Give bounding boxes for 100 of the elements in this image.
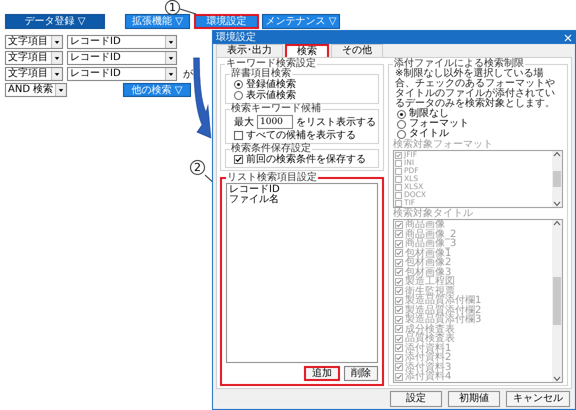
checkbox[interactable] [395, 240, 403, 248]
checkbox[interactable] [395, 372, 403, 381]
checkbox[interactable] [395, 184, 402, 190]
checkbox[interactable] [395, 306, 403, 314]
max-count-field[interactable]: 1000 [257, 115, 293, 129]
checkbox[interactable] [395, 296, 403, 305]
list-item[interactable]: 包材画像3 [405, 268, 452, 277]
tab[interactable]: 表示･出力 [216, 44, 283, 57]
option-label: 前回の検索条件を保存する [246, 154, 366, 165]
field-dropdown[interactable]: レコードID [67, 67, 177, 81]
dialog-button[interactable]: 設定 [390, 391, 442, 407]
group-title: 添付ファイルによる検索制限 [393, 59, 524, 69]
list-item[interactable]: 添付資料3 [405, 362, 452, 372]
list-item[interactable]: 成分検査表 [405, 324, 455, 334]
radio-button[interactable] [397, 130, 406, 138]
note-text: ※制限なし以外を選択している場合、チェックのあるフォーマットやタイトルのファイルが添付されているデータのみを検索対象とします。 [394, 69, 556, 109]
checkbox[interactable] [395, 200, 402, 206]
close-icon[interactable] [564, 34, 572, 42]
checkbox[interactable] [395, 278, 403, 286]
list-item[interactable]: 添付資料1 [405, 344, 452, 353]
caret-icon [51, 68, 62, 80]
tab[interactable]: 検索 [285, 44, 329, 57]
checkbox[interactable] [395, 344, 403, 352]
chevron-down-icon[interactable] [553, 376, 561, 382]
list-item[interactable]: 製造品質添付欄3 [405, 315, 482, 324]
callout-number: 2 [190, 160, 205, 175]
list-item[interactable]: 添付資料4 [405, 372, 452, 382]
group-title: キーワード検索設定 [225, 59, 317, 69]
list-item[interactable]: 製造品質添付欄1 [405, 296, 482, 306]
callout-number: 1 [165, 0, 180, 15]
list-item[interactable]: 商品画像_3 [405, 239, 456, 248]
menu-button[interactable]: メンテナンス ▽ [262, 14, 340, 29]
checkbox[interactable] [395, 363, 403, 372]
scrollbar[interactable] [552, 220, 562, 382]
list-item[interactable]: ファイル名 [229, 195, 375, 205]
dialog-button[interactable]: 初期値 [448, 391, 500, 407]
group-title: 検索条件保存設定 [230, 144, 312, 154]
radio-button[interactable] [397, 120, 406, 128]
checkbox[interactable] [395, 249, 403, 258]
chevron-down-icon[interactable] [553, 200, 561, 207]
checkbox[interactable] [395, 176, 402, 182]
checkbox[interactable] [395, 287, 403, 296]
list-item[interactable]: 包材画像1 [405, 248, 452, 258]
chevron-up-icon[interactable] [553, 220, 561, 226]
list-box[interactable]: レコードID ファイル名 [226, 183, 378, 363]
checkbox[interactable] [395, 334, 403, 343]
caret-icon [165, 52, 176, 64]
option-label: 制限なし [409, 109, 449, 119]
field-dropdown[interactable]: レコードID [67, 35, 177, 49]
checkbox[interactable] [395, 258, 403, 267]
list-label: 検索対象タイトル [393, 209, 474, 219]
type-dropdown[interactable]: 文字項目 [5, 35, 63, 49]
option-label: 登録値検索 [246, 79, 296, 90]
field-dropdown[interactable]: レコードID [67, 51, 177, 65]
checkbox[interactable] [395, 325, 403, 334]
list-item[interactable]: 衛生監視票 [405, 286, 455, 296]
scrollbar-thumb[interactable] [553, 170, 561, 188]
list-item[interactable]: 品質検査表 [405, 334, 455, 344]
window-title: 環境設定 [216, 32, 256, 43]
checkbox[interactable] [395, 354, 403, 362]
tab[interactable]: その他 [331, 44, 383, 57]
logic-dropdown[interactable]: AND 検索 [5, 83, 67, 97]
list-item[interactable]: レコードID [229, 185, 375, 195]
menu-button[interactable]: データ登録 ▽ [5, 14, 105, 29]
menu-button[interactable]: 環境設定 [194, 14, 259, 29]
checkbox[interactable] [395, 160, 402, 166]
list-item[interactable]: 添付資料2 [405, 353, 452, 362]
list-item[interactable]: 製造工程図 [405, 277, 455, 286]
radio-button[interactable] [234, 80, 243, 89]
list-button[interactable]: 削除 [344, 366, 378, 381]
list-label: 検索対象フォーマット [393, 140, 494, 150]
scrollbar[interactable] [552, 151, 562, 207]
option-label: フォーマット [409, 119, 469, 129]
checkbox[interactable] [395, 220, 403, 229]
type-dropdown[interactable]: 文字項目 [5, 51, 63, 65]
dialog-button[interactable]: キャンセル [506, 391, 570, 407]
checkbox[interactable] [395, 268, 403, 276]
caret-icon [55, 84, 66, 96]
menu-button[interactable]: 拡張機能 ▽ [125, 14, 190, 29]
group-title: 辞書項目検索 [230, 69, 291, 79]
checkbox[interactable] [395, 230, 403, 238]
other-search-button[interactable]: 他の検索 ▽ [123, 83, 191, 97]
list-item[interactable]: 製造品質添付欄2 [405, 306, 482, 315]
radio-button[interactable] [234, 91, 243, 100]
radio-button[interactable] [397, 110, 406, 118]
checkbox[interactable] [234, 155, 243, 164]
type-dropdown[interactable]: 文字項目 [5, 67, 63, 81]
list-item[interactable]: 商品画像_2 [405, 230, 456, 239]
caret-icon [51, 36, 62, 48]
checkbox[interactable] [395, 192, 402, 198]
checkbox[interactable] [234, 131, 243, 140]
checkbox[interactable] [395, 152, 402, 158]
checkbox[interactable] [395, 168, 402, 174]
group-title: 検索キーワード候補 [230, 104, 322, 114]
scrollbar-thumb[interactable] [553, 276, 561, 325]
chevron-up-icon[interactable] [553, 151, 561, 157]
list-button[interactable]: 追加 [304, 366, 340, 381]
list-item[interactable]: 包材画像2 [405, 258, 452, 268]
checkbox[interactable] [395, 316, 403, 324]
caret-icon [165, 68, 176, 80]
